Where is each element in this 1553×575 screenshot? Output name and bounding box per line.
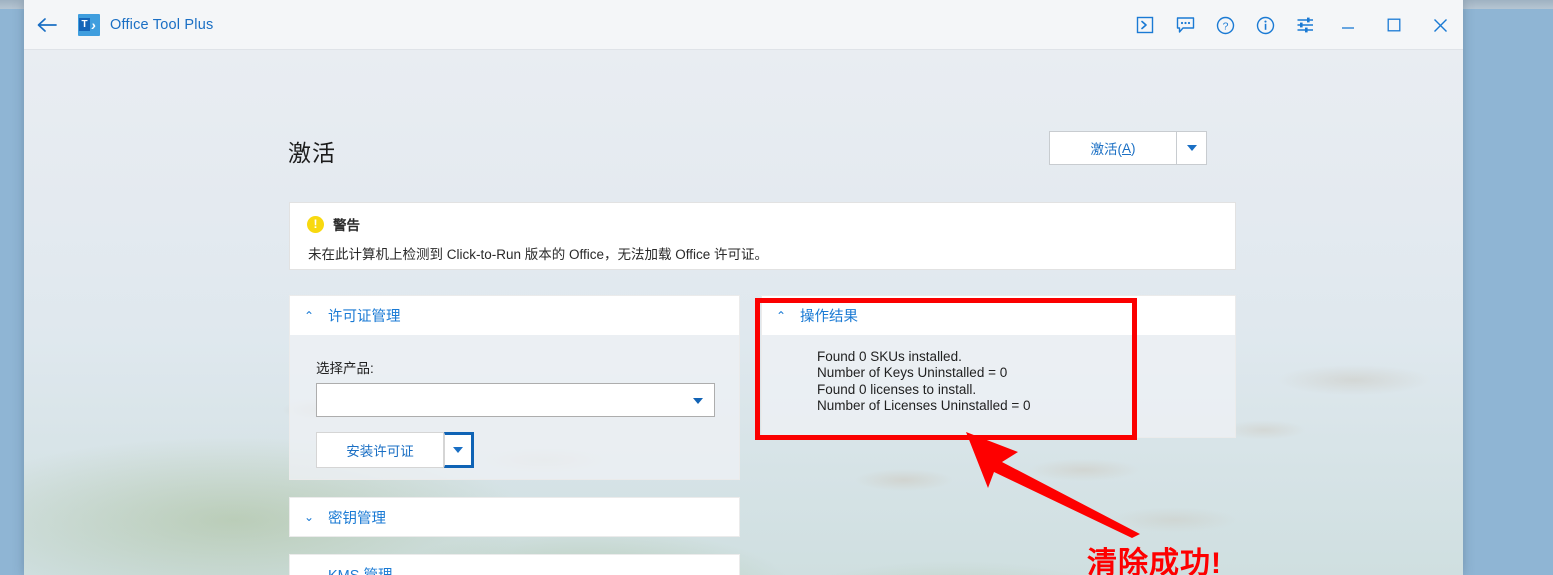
result-line: Number of Licenses Uninstalled = 0 [817,398,1031,414]
feedback-icon[interactable] [1165,0,1205,50]
help-icon[interactable]: ? [1205,0,1245,50]
result-line: Number of Keys Uninstalled = 0 [817,365,1008,381]
close-button[interactable] [1417,0,1463,50]
chevron-up-icon: ⌃ [303,308,315,323]
warning-message: 未在此计算机上检测到 Click-to-Run 版本的 Office，无法加载 … [308,247,769,262]
chevron-up-icon: ⌃ [775,308,787,323]
result-panel-body: Found 0 SKUs installed. Number of Keys U… [761,335,1236,438]
license-panel-header[interactable]: ⌃ 许可证管理 [289,295,740,335]
warning-header: ! 警告 [290,203,1235,234]
chevron-down-icon [1186,145,1197,151]
main-content: 激活 激活(A) ! 警告 未在此计算机上检测到 Click-to-Run 版本… [24,50,1463,575]
back-arrow-icon[interactable] [24,0,70,50]
logo-swoosh: › [91,17,96,33]
result-line: Found 0 SKUs installed. [817,349,962,364]
kms-panel-header[interactable]: ⌄ KMS 管理 [289,554,740,575]
annotation-note: 清除成功! [1087,547,1222,575]
kms-panel-title: KMS 管理 [328,564,392,575]
office-tool-plus-window: T › Office Tool Plus ? 激活 激活(A) ! 警告 未… [24,0,1463,575]
chevron-down-icon [453,447,463,453]
warning-banner: ! 警告 未在此计算机上检测到 Click-to-Run 版本的 Office，… [289,202,1236,270]
info-icon[interactable] [1245,0,1285,50]
license-management-panel: ⌃ 许可证管理 选择产品: 安装许可证 [289,295,740,480]
select-product-label: 选择产品: [316,361,374,376]
title-bar: T › Office Tool Plus ? [24,0,1463,50]
warning-icon: ! [307,215,324,233]
activate-split-button: 激活(A) [1049,131,1207,165]
key-panel-title: 密钥管理 [328,510,386,527]
result-panel-title: 操作结果 [800,309,858,325]
result-line: Found 0 licenses to install. [817,381,977,397]
license-panel-title: 许可证管理 [328,309,401,325]
settings-sliders-icon[interactable] [1285,0,1325,50]
titlebar-actions: ? [1125,0,1463,50]
svg-text:?: ? [1222,20,1228,32]
activate-label-prefix: 激活( [1090,142,1122,157]
app-title: Office Tool Plus [110,17,214,33]
result-output: Found 0 SKUs installed. Number of Keys U… [817,349,1031,415]
result-panel-header[interactable]: ⌃ 操作结果 [761,295,1236,335]
install-license-dropdown-button[interactable] [444,432,474,468]
maximize-button[interactable] [1371,0,1417,50]
console-icon[interactable] [1125,0,1165,50]
product-select[interactable] [316,383,715,417]
annotation-arrow-icon [964,428,1144,538]
minimize-button[interactable] [1325,0,1371,50]
app-logo-icon: T › [78,14,100,36]
key-panel-header[interactable]: ⌄ 密钥管理 [289,497,740,537]
activate-label-suffix: ) [1131,140,1136,156]
chevron-down-icon: ⌄ [303,567,315,575]
chevron-down-icon: ⌄ [303,510,315,524]
key-management-panel: ⌄ 密钥管理 [289,497,740,537]
license-panel-body: 选择产品: 安装许可证 [289,335,740,480]
warning-title: 警告 [333,218,360,233]
activate-accel-key: A [1121,140,1131,156]
chevron-down-icon [693,398,703,404]
page-title: 激活 [288,140,336,166]
install-license-button[interactable]: 安装许可证 [316,432,444,468]
operation-result-panel: ⌃ 操作结果 Found 0 SKUs installed. Number of… [761,295,1236,438]
kms-management-panel: ⌄ KMS 管理 [289,554,740,575]
install-license-split-button: 安装许可证 [316,432,474,468]
activate-button[interactable]: 激活(A) [1049,131,1177,165]
activate-dropdown-button[interactable] [1177,131,1207,165]
